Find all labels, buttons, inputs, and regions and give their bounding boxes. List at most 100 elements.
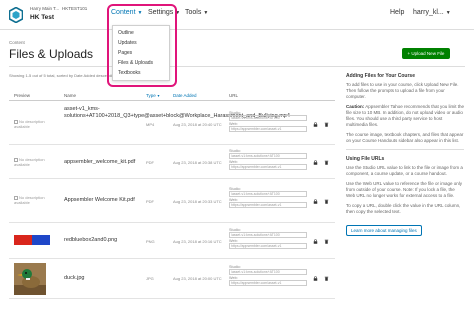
menu-item-files-uploads[interactable]: Files & Uploads — [118, 60, 153, 66]
column-preview: Preview — [14, 93, 31, 98]
trash-icon[interactable] — [324, 276, 329, 281]
top-header: Harry Main T... HKTEST101 HK Test Conten… — [0, 0, 474, 30]
chevron-down-icon: ▼ — [203, 10, 209, 16]
lock-icon[interactable] — [313, 239, 318, 244]
results-summary: Showing 1-5 out of 5 total, sorted by Da… — [9, 73, 117, 78]
logo-icon[interactable] — [9, 7, 23, 23]
column-type-label: Type — [146, 93, 156, 98]
image-thumbnail — [14, 235, 50, 245]
file-date: Aug 23, 2018 at 20:40 UTC — [173, 122, 222, 127]
studio-url-field[interactable]: /asset-v1:kms-solutions+AT100 — [229, 153, 307, 159]
web-url-field[interactable]: https://appsembler.com/asset-v1 — [229, 280, 307, 286]
no-preview: No description available — [14, 195, 50, 205]
menu-item-textbooks[interactable]: Textbooks — [118, 70, 141, 76]
nav-settings-menu[interactable]: Settings ▼ — [148, 9, 180, 16]
divider — [9, 66, 465, 67]
file-url: Studio: /asset-v1:kms-solutions+AT100 We… — [229, 149, 307, 171]
sidebar-heading: Adding Files for Your Course — [346, 73, 415, 79]
learn-more-button[interactable]: Learn more about managing files — [346, 225, 422, 236]
web-url-field[interactable]: https://appsembler.com/asset-v1 — [229, 243, 307, 249]
lock-icon[interactable] — [313, 122, 318, 127]
nav-tools-menu[interactable]: Tools ▼ — [185, 9, 208, 16]
file-url: Studio: /asset-v1:kms-solutions+AT100 We… — [229, 228, 307, 250]
preview-text: No description available — [14, 157, 45, 167]
table-row: No description available asset-v1_kms-so… — [9, 101, 335, 145]
course-number: HKTEST101 — [62, 6, 88, 11]
chevron-down-icon: ▼ — [175, 10, 181, 16]
nav-content-label: Content — [111, 9, 136, 16]
column-url: URL — [229, 93, 239, 98]
caution-text: Appsembler Tahoe recommends that you lim… — [346, 104, 464, 127]
file-name: appsembler_welcome_kit.pdf — [64, 159, 136, 165]
course-title: HK Test — [30, 14, 55, 21]
course-org: Harry Main T... — [30, 6, 60, 11]
studio-url-field[interactable]: /asset-v1:kms-solutions+AT100 — [229, 269, 307, 275]
image-thumbnail — [14, 263, 46, 295]
file-date: Aug 23, 2018 at 20:00 UTC — [173, 276, 222, 281]
sidebar-text: Use the Studio URL value to link to the … — [346, 165, 463, 176]
menu-item-outline[interactable]: Outline — [118, 30, 134, 36]
studio-url-field[interactable]: /asset-v1:kms-solutions+AT100 — [229, 191, 307, 197]
sidebar-text: The course image, textbook chapters, and… — [346, 132, 464, 143]
preview-text: No description available — [14, 195, 45, 205]
table-row: No description available appsembler_welc… — [9, 145, 335, 179]
file-url: Studio: /asset-v1:kms-solutions+AT100 We… — [229, 265, 307, 287]
divider — [346, 149, 464, 150]
sidebar-text: To add files to use in your course, clic… — [346, 82, 459, 99]
nav-content-menu[interactable]: Content ▼ — [111, 9, 142, 16]
content-dropdown-menu: Outline Updates Pages Files & Uploads Te… — [112, 25, 170, 81]
menu-item-pages[interactable]: Pages — [118, 50, 132, 56]
preview-text: No description available — [14, 119, 45, 129]
user-menu[interactable]: harry_kl... ▼ — [413, 9, 451, 16]
file-date: Aug 23, 2018 at 20:16 UTC — [173, 239, 222, 244]
sidebar-text: Use the Web URL value to reference the f… — [346, 181, 463, 198]
web-url-field[interactable]: https://appsembler.com/asset-v1 — [229, 126, 307, 132]
caution-label: Caution: — [346, 104, 365, 109]
lock-icon[interactable] — [313, 199, 318, 204]
page-title: Files & Uploads — [9, 47, 94, 61]
chevron-down-icon: ▼ — [137, 10, 143, 16]
file-type: MP4 — [146, 122, 155, 127]
file-url: Studio: /asset-v1:kms-solutions+AT100 We… — [229, 187, 307, 209]
upload-new-file-button[interactable]: + Upload New File — [402, 48, 450, 59]
trash-icon[interactable] — [324, 160, 329, 165]
studio-url-field[interactable]: /asset-v1:kms-solutions+AT100 — [229, 115, 307, 121]
file-name: duck.jpg — [64, 275, 85, 281]
file-type: PDF — [146, 160, 154, 165]
file-name: Appsembler Welcome Kit.pdf — [64, 197, 135, 203]
no-preview: No description available — [14, 119, 50, 129]
file-type: JPG — [146, 276, 154, 281]
column-type[interactable]: Type ▼ — [146, 93, 160, 98]
trash-icon[interactable] — [324, 239, 329, 244]
username: harry_kl... — [413, 9, 444, 16]
table-row: redbluebox2and0.png PNG Aug 23, 2018 at … — [9, 223, 335, 259]
lock-icon[interactable] — [313, 160, 318, 165]
file-date: Aug 23, 2018 at 20:38 UTC — [173, 160, 222, 165]
trash-icon[interactable] — [324, 199, 329, 204]
menu-item-updates[interactable]: Updates — [118, 40, 137, 46]
help-link[interactable]: Help — [390, 9, 404, 16]
file-type: PDF — [146, 199, 154, 204]
table-row: duck.jpg JPG Aug 23, 2018 at 20:00 UTC S… — [9, 259, 335, 299]
no-preview: No description available — [14, 157, 50, 167]
file-type: PNG — [146, 239, 155, 244]
trash-icon[interactable] — [324, 122, 329, 127]
table-row: No description available Appsembler Welc… — [9, 179, 335, 223]
column-name[interactable]: Name — [64, 93, 76, 98]
web-url-field[interactable]: https://appsembler.com/asset-v1 — [229, 202, 307, 208]
help-sidebar: Adding Files for Your Course To add file… — [346, 73, 464, 237]
nav-settings-label: Settings — [148, 9, 174, 16]
table-header: Preview Name Type ▼ Date Added URL — [9, 92, 335, 101]
sidebar-text: To copy a URL, double click the value in… — [346, 203, 461, 214]
column-date-added[interactable]: Date Added — [173, 93, 197, 98]
sort-caret-icon: ▼ — [155, 94, 161, 98]
file-date: Aug 23, 2018 at 20:33 UTC — [173, 199, 222, 204]
sidebar-heading: Using File URLs — [346, 156, 385, 162]
web-url-field[interactable]: https://appsembler.com/asset-v1 — [229, 164, 307, 170]
lock-icon[interactable] — [313, 276, 318, 281]
chevron-down-icon: ▼ — [445, 10, 451, 16]
nav-tools-label: Tools — [185, 9, 202, 16]
studio-url-field[interactable]: /asset-v1:kms-solutions+AT100 — [229, 232, 307, 238]
sidebar-text: Caution: Appsembler Tahoe recommends tha… — [346, 104, 464, 128]
file-name: redbluebox2and0.png — [64, 237, 118, 243]
